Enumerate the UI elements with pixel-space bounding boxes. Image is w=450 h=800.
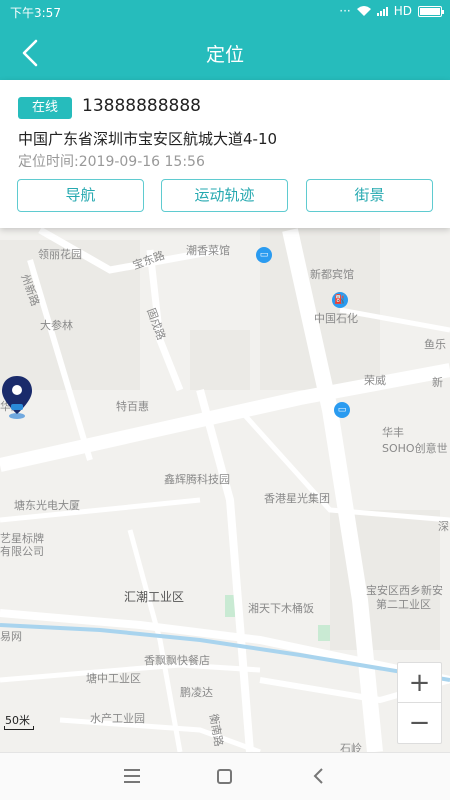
more-dots-icon: ··· bbox=[339, 4, 351, 18]
zoom-in-button[interactable]: + bbox=[398, 663, 441, 703]
map-label: 第二工业区 bbox=[376, 598, 431, 611]
map-label: SOHO创意世 bbox=[382, 442, 448, 455]
map-label: 鑫辉腾科技园 bbox=[164, 473, 230, 486]
map-label: 汇潮工业区 bbox=[124, 590, 185, 604]
map-label: 香飘飘快餐店 bbox=[144, 654, 210, 667]
map-label: 潮香菜馆 bbox=[186, 244, 230, 257]
zoom-controls: + − bbox=[397, 662, 442, 744]
map-label: 新 bbox=[432, 376, 443, 389]
bus-stop-icon[interactable]: ▭ bbox=[256, 247, 272, 263]
page-title: 定位 bbox=[205, 44, 244, 66]
status-icons: ··· HD bbox=[339, 4, 444, 18]
gas-station-icon[interactable]: ⛽ bbox=[332, 292, 348, 308]
map-label: 特百惠 bbox=[116, 400, 149, 413]
map-label: 水产工业园 bbox=[90, 712, 145, 725]
battery-icon bbox=[418, 5, 444, 17]
zoom-out-button[interactable]: − bbox=[398, 703, 441, 743]
device-phone: 13888888888 bbox=[82, 96, 201, 116]
map-label: 湘天下木桶饭 bbox=[248, 602, 314, 615]
menu-icon[interactable] bbox=[124, 769, 140, 783]
location-time: 定位时间:2019-09-16 15:56 bbox=[18, 154, 205, 170]
wifi-icon bbox=[356, 6, 371, 16]
map-label: 华丰 bbox=[382, 426, 404, 439]
street-view-button[interactable]: 街景 bbox=[306, 179, 433, 212]
map-label: 大参林 bbox=[40, 319, 73, 332]
map-label: 荣威 bbox=[364, 374, 386, 387]
map-label: 石岭 bbox=[340, 742, 362, 752]
scale-bar bbox=[4, 726, 34, 730]
map-label: 深 bbox=[438, 520, 449, 533]
system-nav-bar bbox=[0, 752, 450, 800]
home-icon[interactable] bbox=[217, 769, 232, 784]
map-label: 有限公司 bbox=[0, 545, 44, 558]
map-label: 塘中工业区 bbox=[86, 672, 141, 685]
map-label: 领丽花园 bbox=[38, 248, 82, 261]
map-label: 中国石化 bbox=[314, 312, 358, 325]
status-bar: 下午3:57 ··· HD bbox=[0, 0, 450, 24]
map-label: 香港星光集团 bbox=[264, 492, 330, 505]
location-pin-icon[interactable] bbox=[0, 374, 34, 420]
navigate-button[interactable]: 导航 bbox=[17, 179, 144, 212]
map-label: 鱼乐 bbox=[424, 338, 446, 351]
network-type: HD bbox=[393, 4, 412, 18]
map-label: 新都宾馆 bbox=[310, 268, 354, 281]
device-address: 中国广东省深圳市宝安区航城大道4-10 bbox=[18, 130, 278, 148]
track-button[interactable]: 运动轨迹 bbox=[161, 179, 288, 212]
status-badge: 在线 bbox=[18, 97, 72, 119]
signal-icon bbox=[376, 6, 388, 16]
map-label: 易网 bbox=[0, 630, 22, 643]
back-icon[interactable] bbox=[310, 767, 328, 785]
bus-stop-icon[interactable]: ▭ bbox=[334, 402, 350, 418]
map-label: 鹏凌达 bbox=[180, 686, 213, 699]
map-label: 塘东光电大厦 bbox=[14, 499, 80, 512]
status-time: 下午3:57 bbox=[10, 6, 61, 20]
device-info-card: 在线 13888888888 中国广东省深圳市宝安区航城大道4-10 定位时间:… bbox=[0, 80, 450, 228]
app-header: 定位 bbox=[0, 24, 450, 80]
